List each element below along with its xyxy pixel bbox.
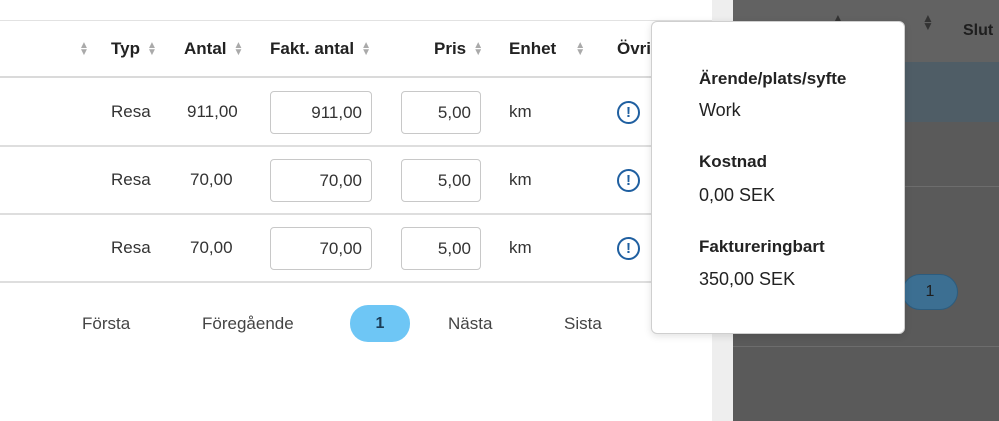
billable-label: Faktureringbart	[699, 237, 825, 256]
table-card: ▲ ▼ Typ ▲ ▼ Antal ▲ ▼ Fakt. antal ▲ ▼ Pris ▲…	[0, 0, 712, 421]
sort-icon[interactable]: ▲ ▼	[472, 41, 484, 58]
cell-typ: Resa	[111, 102, 151, 121]
table-row: Resa 70,00 70,00 5,00 km !	[0, 215, 712, 283]
cell-enhet: km	[509, 238, 532, 257]
fakt-antal-input[interactable]: 911,00	[270, 91, 372, 134]
purpose-value: Work	[699, 100, 741, 120]
background-col-slut: Slut	[963, 22, 994, 39]
pager-previous[interactable]: Föregående	[202, 305, 294, 342]
cell-enhet: km	[509, 170, 532, 189]
table-row: Resa 70,00 70,00 5,00 km !	[0, 147, 712, 215]
sort-icon[interactable]: ▲ ▼	[360, 41, 372, 58]
cell-antal: 911,00	[187, 102, 238, 121]
details-popover: Ärende/plats/syfte Work Kostnad 0,00 SEK…	[651, 21, 905, 334]
col-header-enhet[interactable]: Enhet ▲ ▼	[509, 21, 586, 77]
col-header-fakt-antal[interactable]: Fakt. antal ▲ ▼	[270, 21, 372, 77]
sort-icon[interactable]: ▲ ▼	[78, 41, 90, 58]
pager-first[interactable]: Första	[82, 305, 130, 342]
billable-value: 350,00 SEK	[699, 269, 796, 289]
info-icon[interactable]: !	[617, 237, 640, 260]
background-page-badge: 1	[902, 274, 958, 310]
table-header: ▲ ▼ Typ ▲ ▼ Antal ▲ ▼ Fakt. antal ▲ ▼ Pris ▲…	[0, 20, 712, 78]
col-header-ovrigt[interactable]: Övri	[617, 21, 651, 77]
cell-antal: 70,00	[190, 238, 233, 257]
pager-last[interactable]: Sista	[564, 305, 602, 342]
cost-label: Kostnad	[699, 152, 767, 171]
sort-icon: ▲▼	[922, 11, 934, 33]
pager-next[interactable]: Nästa	[448, 305, 492, 342]
col-header-pris[interactable]: Pris ▲ ▼	[434, 21, 484, 77]
pris-input[interactable]: 5,00	[401, 159, 481, 202]
cost-value: 0,00 SEK	[699, 185, 776, 205]
col-header-antal[interactable]: Antal ▲ ▼	[184, 21, 245, 77]
purpose-label: Ärende/plats/syfte	[699, 69, 847, 88]
pris-input[interactable]: 5,00	[401, 227, 481, 270]
pris-input[interactable]: 5,00	[401, 91, 481, 134]
sort-icon[interactable]: ▲ ▼	[146, 41, 158, 58]
cell-typ: Resa	[111, 170, 151, 189]
fakt-antal-input[interactable]: 70,00	[270, 227, 372, 270]
col-header-typ[interactable]: Typ ▲ ▼	[111, 21, 158, 77]
info-icon[interactable]: !	[617, 169, 640, 192]
fakt-antal-input[interactable]: 70,00	[270, 159, 372, 202]
cell-typ: Resa	[111, 238, 151, 257]
col-header-blank[interactable]: ▲ ▼	[72, 21, 90, 77]
sort-icon[interactable]: ▲ ▼	[233, 41, 245, 58]
pager-current-page[interactable]: 1	[350, 305, 410, 342]
cell-enhet: km	[509, 102, 532, 121]
sort-icon[interactable]: ▲ ▼	[574, 41, 586, 58]
table-row: Resa 911,00 911,00 5,00 km !	[0, 79, 712, 147]
background-divider	[733, 346, 999, 347]
cell-antal: 70,00	[190, 170, 233, 189]
info-icon[interactable]: !	[617, 101, 640, 124]
